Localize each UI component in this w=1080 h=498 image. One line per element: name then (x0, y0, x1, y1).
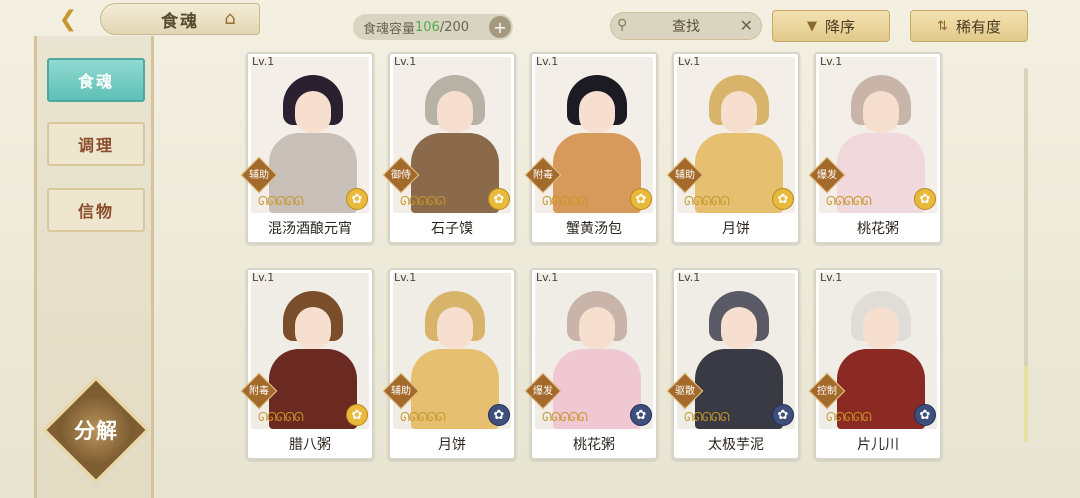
star-rating: ᘏᘏᘏᘏᘏ (258, 194, 304, 208)
capacity-add-button[interactable]: + (489, 16, 511, 38)
search-placeholder: 查找 (672, 19, 700, 35)
rarity-medal-icon: ✿ (488, 188, 510, 210)
sort-key-label: 稀有度 (955, 17, 1001, 36)
rarity-medal-icon: ✿ (488, 404, 510, 426)
role-label: 爆发 (817, 170, 837, 181)
character-name: 太极芋泥 (708, 437, 764, 453)
star-rating: ᘏᘏᘏᘏᘏ (400, 410, 446, 424)
top-bar: ❮ 食魂 ⌂ 食魂容量 106 /200 + ⚲ 查找 ✕ ▼ 降序 ⇅ 稀有度 (0, 0, 1080, 44)
level-label: Lv.1 (678, 55, 701, 68)
role-label: 爆发 (533, 386, 553, 397)
search-input[interactable]: ⚲ 查找 ✕ (610, 12, 762, 40)
sort-order-button[interactable]: ▼ 降序 (772, 10, 890, 42)
character-card[interactable]: Lv.1 爆发 ᘏᘏᘏᘏᘏ ✿ 桃花粥 (524, 268, 658, 460)
character-card[interactable]: Lv.1 辅助 ᘏᘏᘏᘏᘏ ✿ 月饼 (666, 52, 800, 244)
star-rating: ᘏᘏᘏᘏᘏ (542, 194, 588, 208)
character-card[interactable]: Lv.1 辅助 ᘏᘏᘏᘏᘏ ✿ 混汤酒酿元宵 (240, 52, 374, 244)
level-label: Lv.1 (536, 271, 559, 284)
character-card[interactable]: Lv.1 御侍 ᘏᘏᘏᘏᘏ ✿ 石子馍 (382, 52, 516, 244)
character-name: 桃花粥 (573, 437, 615, 453)
capacity-label: 食魂容量 (363, 21, 416, 37)
scrollbar-thumb[interactable] (1024, 366, 1028, 442)
character-name: 片儿川 (857, 437, 899, 453)
rarity-medal-icon: ✿ (914, 404, 936, 426)
pagoda-icon[interactable]: ⌂ (216, 6, 244, 30)
role-label: 辅助 (675, 170, 695, 181)
rarity-medal-icon: ✿ (346, 404, 368, 426)
character-name: 蟹黄汤包 (566, 221, 622, 237)
level-label: Lv.1 (678, 271, 701, 284)
character-card[interactable]: Lv.1 附毒 ᘏᘏᘏᘏᘏ ✿ 蟹黄汤包 (524, 52, 658, 244)
portrait-face (295, 91, 331, 133)
role-label: 驱散 (675, 386, 695, 397)
portrait-face (295, 307, 331, 349)
star-rating: ᘏᘏᘏᘏᘏ (684, 410, 730, 424)
portrait-face (579, 307, 615, 349)
portrait-face (437, 307, 473, 349)
rarity-medal-icon: ✿ (630, 188, 652, 210)
star-rating: ᘏᘏᘏᘏᘏ (826, 410, 872, 424)
level-label: Lv.1 (394, 271, 417, 284)
search-icon: ⚲ (617, 17, 628, 33)
level-label: Lv.1 (536, 55, 559, 68)
capacity-current: 106 (415, 19, 440, 35)
portrait-face (863, 307, 899, 349)
star-rating: ᘏᘏᘏᘏᘏ (400, 194, 446, 208)
tab-shihun[interactable]: 食魂 (47, 58, 145, 102)
role-label: 控制 (817, 386, 837, 397)
tab-tiaoli[interactable]: 调理 (47, 122, 145, 166)
triangle-down-icon: ▼ (806, 18, 817, 34)
decompose-label: 分解 (74, 419, 118, 443)
level-label: Lv.1 (820, 55, 843, 68)
portrait-face (721, 307, 757, 349)
tab-xinwu[interactable]: 信物 (47, 188, 145, 232)
rarity-medal-icon: ✿ (346, 188, 368, 210)
character-card[interactable]: Lv.1 辅助 ᘏᘏᘏᘏᘏ ✿ 月饼 (382, 268, 516, 460)
role-label: 附毒 (249, 386, 269, 397)
character-name: 石子馍 (431, 221, 473, 237)
capacity-total: /200 (439, 19, 470, 35)
portrait-face (437, 91, 473, 133)
portrait-face (863, 91, 899, 133)
chevron-left-icon: ❮ (58, 6, 78, 32)
portrait-face (579, 91, 615, 133)
level-label: Lv.1 (394, 55, 417, 68)
rarity-medal-icon: ✿ (772, 404, 794, 426)
character-name: 混汤酒酿元宵 (268, 221, 352, 237)
character-name: 月饼 (722, 221, 750, 237)
star-rating: ᘏᘏᘏᘏᘏ (826, 194, 872, 208)
back-button[interactable]: ❮ (48, 4, 88, 34)
character-card[interactable]: Lv.1 附毒 ᘏᘏᘏᘏᘏ ✿ 腊八粥 (240, 268, 374, 460)
capacity-display: 食魂容量 106 /200 + (353, 14, 513, 40)
role-label: 辅助 (391, 386, 411, 397)
level-label: Lv.1 (252, 271, 275, 284)
rarity-medal-icon: ✿ (630, 404, 652, 426)
character-name: 腊八粥 (289, 437, 331, 453)
clear-search-icon[interactable]: ✕ (740, 16, 753, 35)
sort-key-button[interactable]: ⇅ 稀有度 (910, 10, 1028, 42)
character-card[interactable]: Lv.1 爆发 ᘏᘏᘏᘏᘏ ✿ 桃花粥 (808, 52, 942, 244)
role-label: 御侍 (391, 170, 411, 181)
portrait-face (721, 91, 757, 133)
rarity-medal-icon: ✿ (772, 188, 794, 210)
character-name: 桃花粥 (857, 221, 899, 237)
sort-order-label: 降序 (824, 17, 855, 36)
role-label: 辅助 (249, 170, 269, 181)
sort-arrows-icon: ⇅ (937, 18, 948, 34)
level-label: Lv.1 (820, 271, 843, 284)
rarity-medal-icon: ✿ (914, 188, 936, 210)
character-card[interactable]: Lv.1 驱散 ᘏᘏᘏᘏᘏ ✿ 太极芋泥 (666, 268, 800, 460)
character-name: 月饼 (438, 437, 466, 453)
star-rating: ᘏᘏᘏᘏᘏ (684, 194, 730, 208)
character-card[interactable]: Lv.1 控制 ᘏᘏᘏᘏᘏ ✿ 片儿川 (808, 268, 942, 460)
role-label: 附毒 (533, 170, 553, 181)
star-rating: ᘏᘏᘏᘏᘏ (542, 410, 588, 424)
star-rating: ᘏᘏᘏᘏᘏ (258, 410, 304, 424)
level-label: Lv.1 (252, 55, 275, 68)
